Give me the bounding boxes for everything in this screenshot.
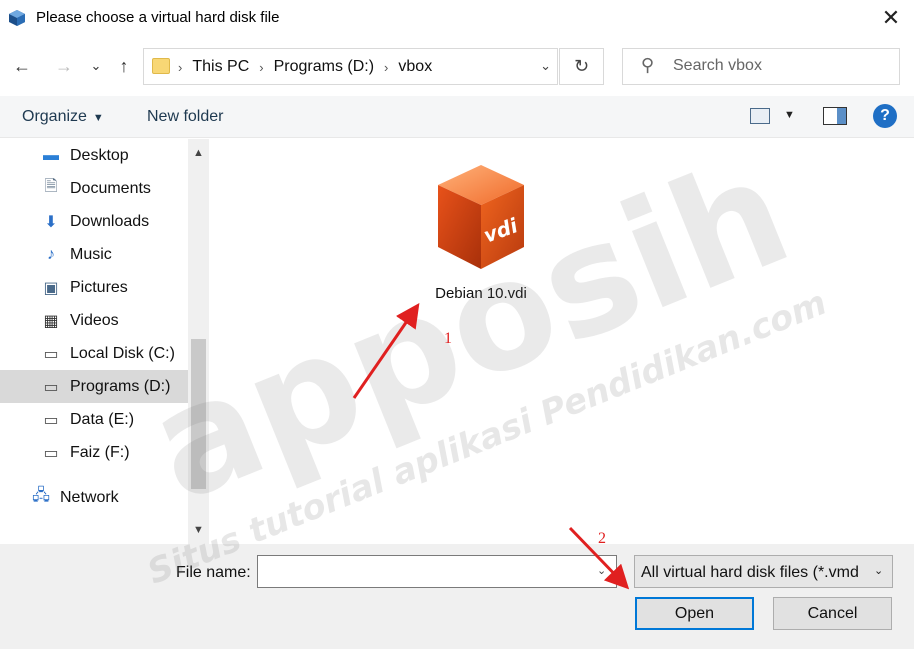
file-name-input[interactable] bbox=[257, 555, 617, 588]
drive-icon: ▭ bbox=[43, 411, 59, 429]
breadcrumb-vbox[interactable]: vbox bbox=[398, 58, 432, 76]
search-box[interactable]: ⚲ bbox=[622, 48, 900, 85]
scroll-up-icon[interactable]: ▲ bbox=[188, 141, 209, 165]
sidebar-item-desktop[interactable]: ▬ Desktop bbox=[0, 139, 188, 172]
breadcrumb: › This PC › Programs (D:) › vbox bbox=[178, 58, 433, 76]
drive-icon: ▭ bbox=[43, 378, 59, 396]
desktop-icon: ▬ bbox=[43, 146, 59, 164]
up-arrow-icon: ↑ bbox=[119, 55, 129, 76]
address-dropdown-icon[interactable]: ⌄ bbox=[540, 58, 551, 74]
refresh-icon: ↻ bbox=[573, 56, 590, 76]
forward-button[interactable]: → bbox=[52, 54, 76, 78]
videos-icon: ▦ bbox=[43, 312, 59, 330]
back-button[interactable]: ← bbox=[10, 54, 34, 78]
view-options-caret-icon[interactable]: ▼ bbox=[784, 109, 795, 121]
sidebar-item-network[interactable]: 🖧 Network bbox=[0, 481, 188, 514]
caret-down-icon: ▼ bbox=[92, 112, 104, 124]
sidebar-item-label: Programs (D:) bbox=[70, 377, 171, 395]
sidebar-item-programs-d[interactable]: ▭ Programs (D:) bbox=[0, 370, 188, 403]
sidebar-item-label: Videos bbox=[70, 311, 119, 329]
pictures-icon: ▣ bbox=[43, 279, 59, 297]
vdi-file-icon: vdi bbox=[438, 165, 524, 269]
sidebar-item-pictures[interactable]: ▣ Pictures bbox=[0, 271, 188, 304]
organize-label: Organize bbox=[22, 108, 87, 125]
sidebar-item-label: Downloads bbox=[70, 212, 150, 230]
cancel-button[interactable]: Cancel bbox=[773, 597, 892, 630]
sidebar-item-documents[interactable]: 🗎 Documents bbox=[0, 172, 188, 205]
sidebar-item-label: Faiz (F:) bbox=[70, 443, 130, 461]
sidebar-item-label: Network bbox=[60, 488, 119, 506]
new-folder-label: New folder bbox=[147, 108, 224, 125]
help-icon[interactable]: ? bbox=[873, 104, 897, 128]
title-bar: Please choose a virtual hard disk file ✕ bbox=[0, 0, 914, 36]
navigation-pane: ▬ Desktop 🗎 Documents ⬇ Downloads ♪ Music ▣ Pictu… bbox=[0, 139, 188, 544]
sidebar-item-label: Music bbox=[70, 245, 112, 263]
chevron-down-icon[interactable]: ⌄ bbox=[874, 564, 883, 577]
scroll-down-icon[interactable]: ▼ bbox=[188, 518, 209, 542]
sidebar-item-label: Data (E:) bbox=[70, 410, 135, 428]
downloads-icon: ⬇ bbox=[44, 213, 58, 231]
sidebar-item-downloads[interactable]: ⬇ Downloads bbox=[0, 205, 188, 238]
navigation-pane-scrollbar[interactable]: ▲ ▼ bbox=[188, 139, 209, 544]
dialog-footer: File name: ⌄ All virtual hard disk files… bbox=[0, 544, 914, 649]
breadcrumb-programs-d[interactable]: Programs (D:) bbox=[274, 58, 374, 76]
music-icon: ♪ bbox=[47, 245, 55, 263]
scrollbar-thumb[interactable] bbox=[191, 339, 206, 489]
recent-locations-button[interactable]: ⌄ bbox=[84, 54, 108, 78]
breadcrumb-this-pc[interactable]: This PC bbox=[192, 58, 249, 76]
annotation-step-2: 2 bbox=[598, 530, 606, 547]
sidebar-item-label: Local Disk (C:) bbox=[70, 344, 175, 362]
address-bar[interactable]: › This PC › Programs (D:) › vbox ⌄ bbox=[143, 48, 558, 85]
search-icon: ⚲ bbox=[641, 55, 655, 75]
folder-icon bbox=[152, 58, 170, 74]
close-button[interactable]: ✕ bbox=[868, 0, 914, 36]
sidebar-item-label: Documents bbox=[70, 179, 151, 197]
sidebar-item-data-e[interactable]: ▭ Data (E:) bbox=[0, 403, 188, 436]
documents-icon: 🗎 bbox=[44, 178, 58, 195]
command-toolbar: Organize ▼ New folder ▼ ? bbox=[0, 96, 914, 138]
sidebar-item-faiz-f[interactable]: ▭ Faiz (F:) bbox=[0, 436, 188, 469]
change-view-icon[interactable] bbox=[750, 108, 770, 124]
annotation-step-1: 1 bbox=[444, 330, 452, 347]
up-button[interactable]: ↑ bbox=[112, 54, 136, 78]
close-icon: ✕ bbox=[881, 5, 901, 30]
file-type-select[interactable]: All virtual hard disk files (*.vmd bbox=[634, 555, 893, 588]
preview-pane-icon[interactable] bbox=[823, 107, 847, 125]
navigation-bar: ← → ⌄ ↑ › This PC › Programs (D:) › vbox… bbox=[0, 42, 914, 92]
window-title: Please choose a virtual hard disk file bbox=[36, 9, 280, 26]
organize-button[interactable]: Organize ▼ bbox=[22, 108, 104, 126]
sidebar-item-local-disk-c[interactable]: ▭ Local Disk (C:) bbox=[0, 337, 188, 370]
drive-icon: ▭ bbox=[43, 444, 59, 462]
forward-arrow-icon: → bbox=[55, 55, 73, 76]
file-name-label: File name: bbox=[176, 564, 251, 581]
refresh-button[interactable]: ↻ bbox=[559, 48, 604, 85]
sidebar-item-label: Pictures bbox=[70, 278, 128, 296]
open-button[interactable]: Open bbox=[635, 597, 754, 630]
file-name: Debian 10.vdi bbox=[435, 285, 527, 302]
virtualbox-logo-icon bbox=[9, 10, 25, 26]
local-disk-icon: ▭ bbox=[43, 345, 59, 363]
file-item[interactable]: vdi Debian 10.vdi bbox=[406, 157, 556, 307]
file-name-dropdown-icon[interactable]: ⌄ bbox=[597, 564, 606, 577]
back-arrow-icon: ← bbox=[13, 55, 31, 76]
sidebar-item-videos[interactable]: ▦ Videos bbox=[0, 304, 188, 337]
network-icon: 🖧 bbox=[32, 487, 50, 504]
sidebar-item-label: Desktop bbox=[70, 146, 129, 164]
file-list: vdi Debian 10.vdi bbox=[210, 139, 914, 544]
new-folder-button[interactable]: New folder bbox=[147, 108, 223, 126]
chevron-down-icon: ⌄ bbox=[90, 58, 102, 73]
sidebar-item-music[interactable]: ♪ Music bbox=[0, 238, 188, 271]
file-type-value: All virtual hard disk files (*.vmd bbox=[641, 564, 859, 581]
search-input[interactable] bbox=[673, 57, 883, 75]
